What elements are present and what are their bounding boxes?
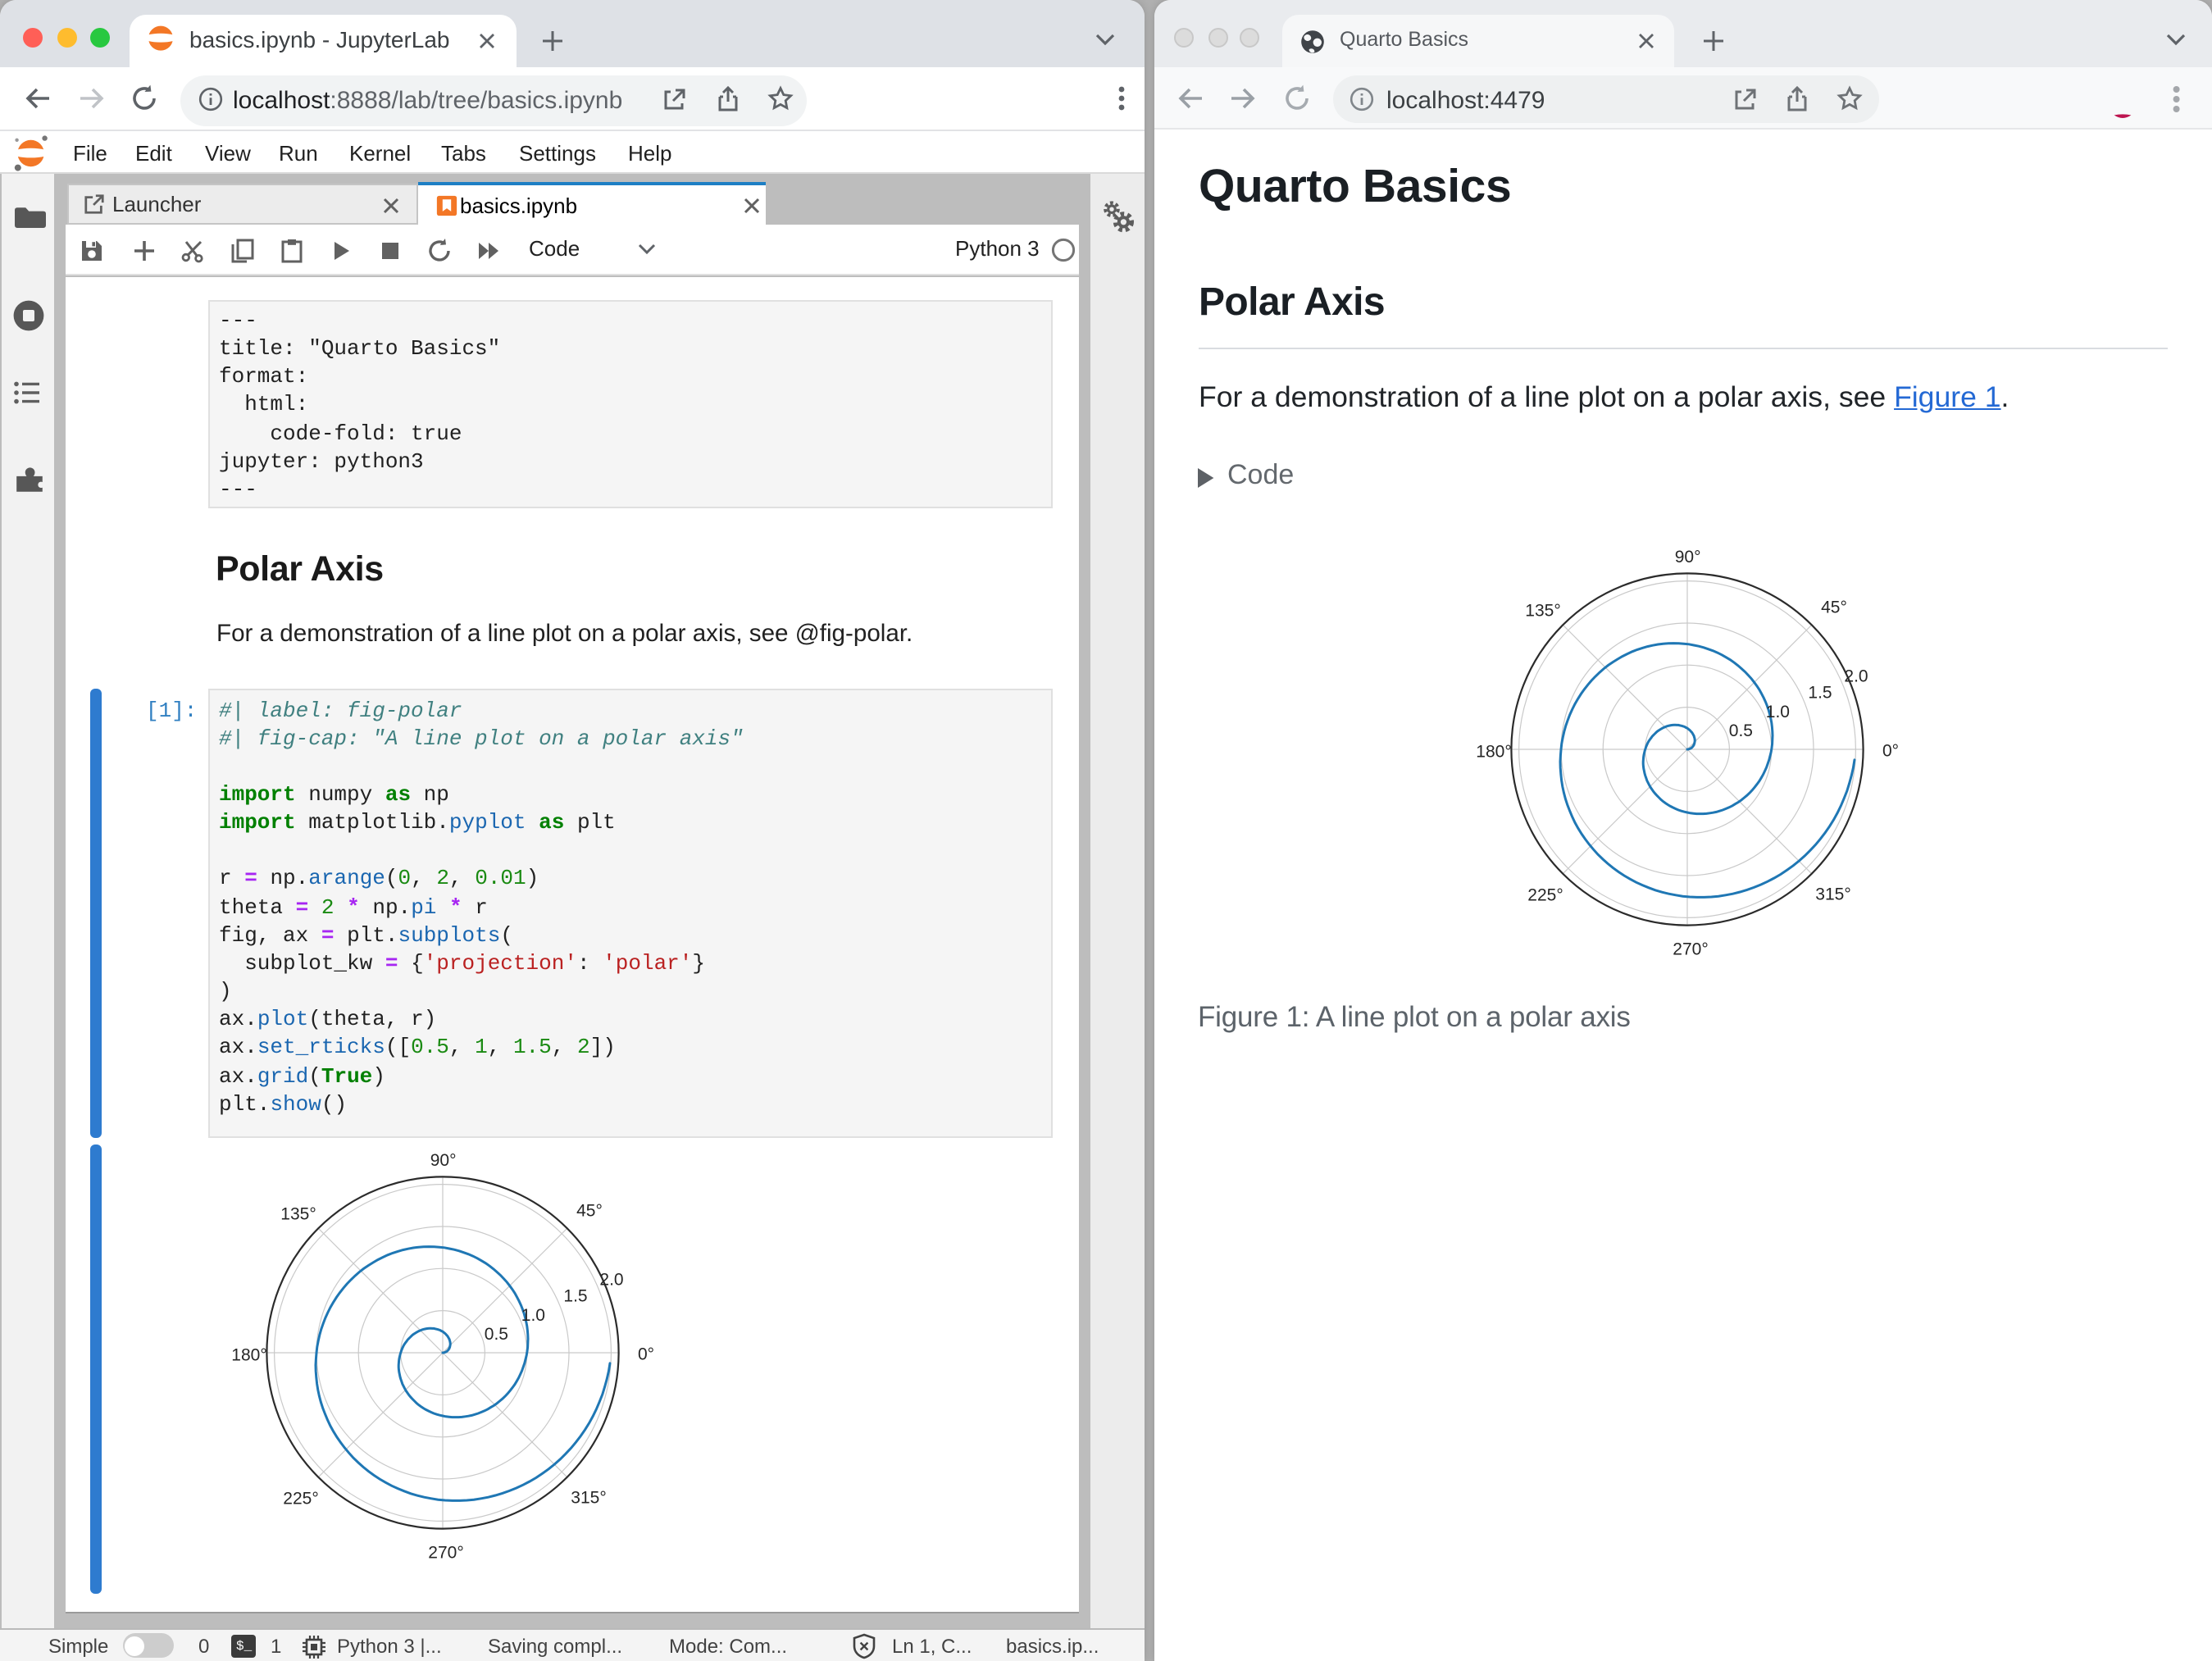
svg-text:315°: 315° <box>1815 885 1850 903</box>
svg-text:$_: $_ <box>236 1639 253 1654</box>
svg-text:180°: 180° <box>1476 741 1511 760</box>
svg-text:1.0: 1.0 <box>1766 702 1790 721</box>
svg-text:90°: 90° <box>430 1151 456 1170</box>
svg-text:180°: 180° <box>230 1345 266 1364</box>
svg-text:315°: 315° <box>570 1488 605 1507</box>
svg-text:1.0: 1.0 <box>521 1306 544 1325</box>
svg-text:2.0: 2.0 <box>599 1270 622 1289</box>
svg-text:45°: 45° <box>1821 597 1847 616</box>
svg-text:2.0: 2.0 <box>1844 666 1868 685</box>
svg-text:225°: 225° <box>1527 885 1563 904</box>
svg-text:135°: 135° <box>280 1204 315 1223</box>
svg-text:0.5: 0.5 <box>484 1325 507 1344</box>
svg-text:135°: 135° <box>1525 600 1560 619</box>
svg-text:270°: 270° <box>1673 939 1708 958</box>
svg-text:225°: 225° <box>282 1489 317 1508</box>
svg-text:0.5: 0.5 <box>1729 721 1753 739</box>
svg-text:0°: 0° <box>637 1345 653 1363</box>
svg-text:45°: 45° <box>576 1201 602 1220</box>
svg-text:1.5: 1.5 <box>1808 682 1832 701</box>
svg-text:270°: 270° <box>427 1543 462 1562</box>
svg-text:1.5: 1.5 <box>562 1286 586 1305</box>
svg-text:0°: 0° <box>1882 740 1899 759</box>
svg-text:90°: 90° <box>1675 547 1701 566</box>
